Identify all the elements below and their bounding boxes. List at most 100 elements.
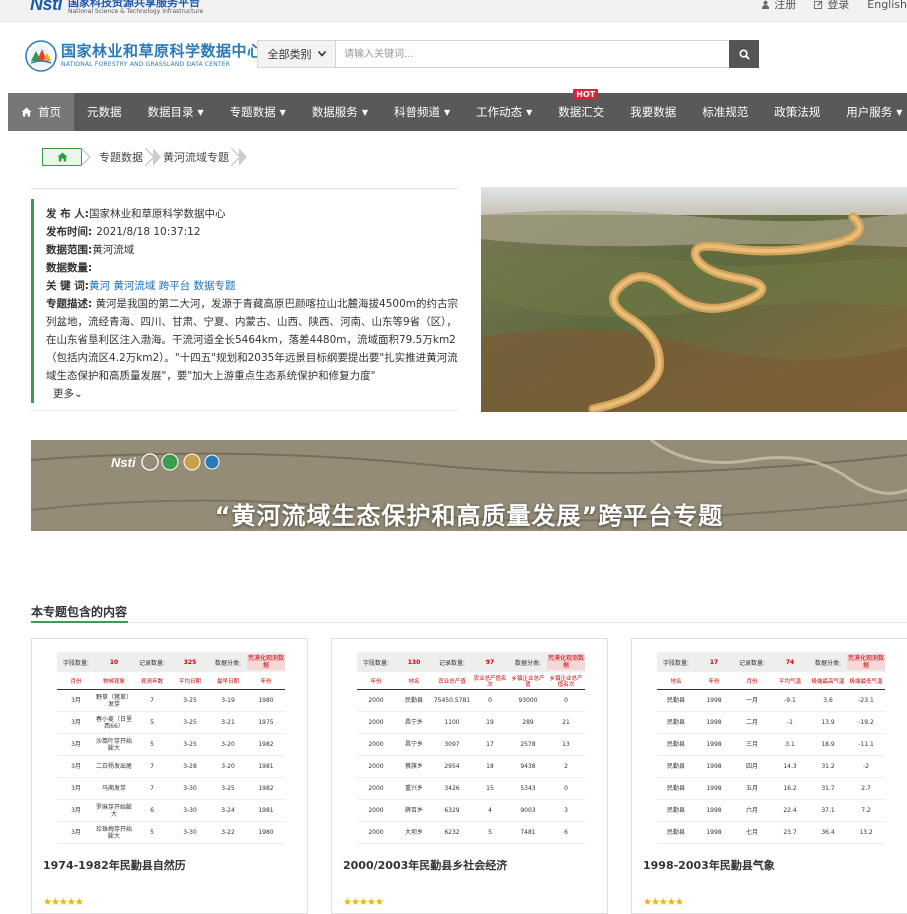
stat-label: 记录数量: <box>438 659 466 667</box>
caret-down-icon: ▼ <box>526 107 533 117</box>
nav-item-home[interactable]: 首页 <box>8 93 74 131</box>
nav-item-user[interactable]: 用户服务 ▼ <box>833 93 907 131</box>
banner-title: “黄河流域生态保护和高质量发展”跨平台专题 <box>214 502 724 530</box>
nsti-logo[interactable]: Nsti 国家科技资源共享服务平台 National Science & Tec… <box>30 0 203 15</box>
register-link[interactable]: 注册 <box>761 0 796 12</box>
partner-emblems-icon <box>140 453 220 471</box>
dataset-preview-table: 字段数量: 17 记录数量: 74 数据分类: 荒漠化观测数据 地名 年份 月份 平均气温 极端最高… <box>657 652 885 847</box>
breadcrumb-current: 黄河流域专题 <box>155 148 247 166</box>
preview-cell: 6 <box>150 807 154 814</box>
dataset-card[interactable]: 字段数量: 130 记录数量: 97 数据分类: 荒漠化观测数据 年份 地名 农业总产值 农业总产… <box>331 638 608 914</box>
nav-item-submit[interactable]: HOT 数据汇交 <box>545 89 617 131</box>
preview-stats: 字段数量: 10 记录数量: 325 数据分类: 荒漠化观测数据 <box>57 652 285 672</box>
preview-cell: 五月 <box>745 785 758 792</box>
preview-cell: 3月 <box>71 741 81 748</box>
nav-label: 用户服务 <box>846 105 893 119</box>
info-keywords: 关 键 词: 黄河 黄河流域 跨平台 数据专题 <box>46 277 458 295</box>
preview-cell: 5343 <box>520 785 536 792</box>
preview-cell: 1998 <box>706 807 722 814</box>
preview-column-header: 年份 <box>370 678 382 685</box>
stat-tag: 荒漠化观测数据 <box>547 654 585 670</box>
preview-row: 3月 二白杨发出尾 7 3-28 3-20 1981 <box>57 756 285 778</box>
stat-label: 记录数量: <box>138 659 166 667</box>
yellow-river-image <box>481 187 907 412</box>
chevron-down-icon: ⌄ <box>74 388 83 400</box>
preview-cell: 1982 <box>258 785 274 792</box>
preview-cell: 六月 <box>745 807 758 814</box>
preview-cell: 民勤县 <box>666 697 685 704</box>
dataset-title[interactable]: 1998-2003年民勤县气象 <box>643 857 775 873</box>
caret-down-icon: ▼ <box>361 107 368 117</box>
preview-row: 民勤县 1998 一月 -9.1 3.6 -23.1 <box>657 690 885 712</box>
preview-cell: 13.9 <box>821 719 835 726</box>
login-label: 登录 <box>827 0 850 11</box>
nav-item-metadata[interactable]: 元数据 <box>74 93 135 131</box>
english-link[interactable]: English <box>867 0 907 12</box>
stat-label: 字段数量: <box>662 659 690 667</box>
dataset-title[interactable]: 1974-1982年民勤县自然历 <box>43 857 186 873</box>
nav-item-standards[interactable]: 标准规范 <box>689 93 761 131</box>
info-value: 国家林业和草原科学数据中心 <box>89 208 226 220</box>
preview-cell: 三月 <box>745 741 758 748</box>
preview-cell: 3-21 <box>221 719 235 726</box>
info-key: 专题描述: <box>46 298 93 310</box>
preview-cell: 民勤县 <box>404 697 423 704</box>
caret-down-icon: ▼ <box>896 107 903 117</box>
preview-cell: 5 <box>150 719 154 726</box>
nav-item-science[interactable]: 科普频道 ▼ <box>381 93 463 131</box>
login-link[interactable]: 登录 <box>814 0 849 12</box>
breadcrumb-label: 黄河流域专题 <box>163 151 229 164</box>
stat-label: 数据分类: <box>514 659 542 667</box>
preview-cell: 6329 <box>444 807 460 814</box>
search-button[interactable] <box>729 40 759 68</box>
preview-cell: 16.2 <box>783 785 797 792</box>
preview-cell: 昌宁乡 <box>404 719 423 726</box>
nav-item-catalog[interactable]: 数据目录 ▼ <box>135 93 217 131</box>
preview-cell: 2000 <box>368 741 384 748</box>
stat-label: 字段数量: <box>62 659 90 667</box>
preview-cell: 1975 <box>258 719 274 726</box>
preview-cell: 0 <box>488 697 492 704</box>
preview-cell: 2000 <box>368 829 384 836</box>
preview-cell: 3-25 <box>183 741 197 748</box>
caret-down-icon: ▼ <box>443 107 451 117</box>
dataset-card[interactable]: 字段数量: 17 记录数量: 74 数据分类: 荒漠化观测数据 地名 年份 月份 平均气温 极端最高… <box>631 638 907 914</box>
nav-item-request[interactable]: 我要数据 <box>617 93 689 131</box>
info-key: 数据数量: <box>46 262 93 274</box>
dataset-title[interactable]: 2000/2003年民勤县乡社会经济 <box>343 857 507 873</box>
breadcrumb-home[interactable] <box>42 148 82 166</box>
preview-cell: 31.7 <box>821 785 835 792</box>
preview-cell: 3-20 <box>221 763 235 770</box>
keyword-links[interactable]: 黄河 黄河流域 跨平台 数据专题 <box>89 277 236 295</box>
forestry-emblem-icon <box>25 40 57 72</box>
preview-stats: 字段数量: 130 记录数量: 97 数据分类: 荒漠化观测数据 <box>357 652 585 672</box>
nav-item-services[interactable]: 数据服务 ▼ <box>299 93 381 131</box>
dataset-card[interactable]: 字段数量: 10 记录数量: 325 数据分类: 荒漠化观测数据月份 物候现象 观测年数 平均日… <box>31 638 308 914</box>
nav-item-policy[interactable]: 政策法规 <box>761 93 833 131</box>
preview-cell: 民勤县 <box>666 807 685 814</box>
rating-stars-icon: ★★★★★ <box>43 897 84 908</box>
site-logo[interactable]: 国家林业和草原科学数据中心 NATIONAL FORESTRY AND GRAS… <box>25 40 263 72</box>
nav-item-news[interactable]: 工作动态 ▼ <box>463 93 545 131</box>
more-toggle[interactable]: 更多⌄ <box>53 385 83 403</box>
preview-cell: 薛百乡 <box>404 807 423 814</box>
info-key: 关 键 词: <box>46 280 90 292</box>
info-publisher: 发 布 人: 国家林业和草原科学数据中心 <box>46 205 458 223</box>
breadcrumb-item[interactable]: 专题数据 <box>91 148 161 166</box>
search-input[interactable] <box>336 41 729 67</box>
preview-cell: 7481 <box>520 829 536 836</box>
preview-header-row: 月份 物候现象 观测年数 平均日期 最早日期 年份 <box>57 674 285 690</box>
category-select[interactable]: 全部类别 <box>258 41 336 67</box>
preview-cell: 野草（猪草）发芽 <box>95 693 132 708</box>
caret-down-icon: ▼ <box>279 107 286 117</box>
hot-badge: HOT <box>573 89 599 100</box>
nav-item-topics[interactable]: 专题数据 ▼ <box>217 93 299 131</box>
preview-cell: 15 <box>486 785 494 792</box>
nav-label: 标准规范 <box>702 105 749 119</box>
preview-cell: 18 <box>486 763 494 770</box>
rating-stars-icon: ★★★★★ <box>643 897 684 908</box>
dataset-preview-table: 字段数量: 130 记录数量: 97 数据分类: 荒漠化观测数据 年份 地名 农业总产值 农业总产… <box>357 652 585 847</box>
preview-column-header: 平均日期 <box>178 678 201 685</box>
preview-row: 民勤县 1998 四月 14.3 31.2 -2 <box>657 756 885 778</box>
preview-cell: 二白杨发出尾 <box>95 763 132 770</box>
